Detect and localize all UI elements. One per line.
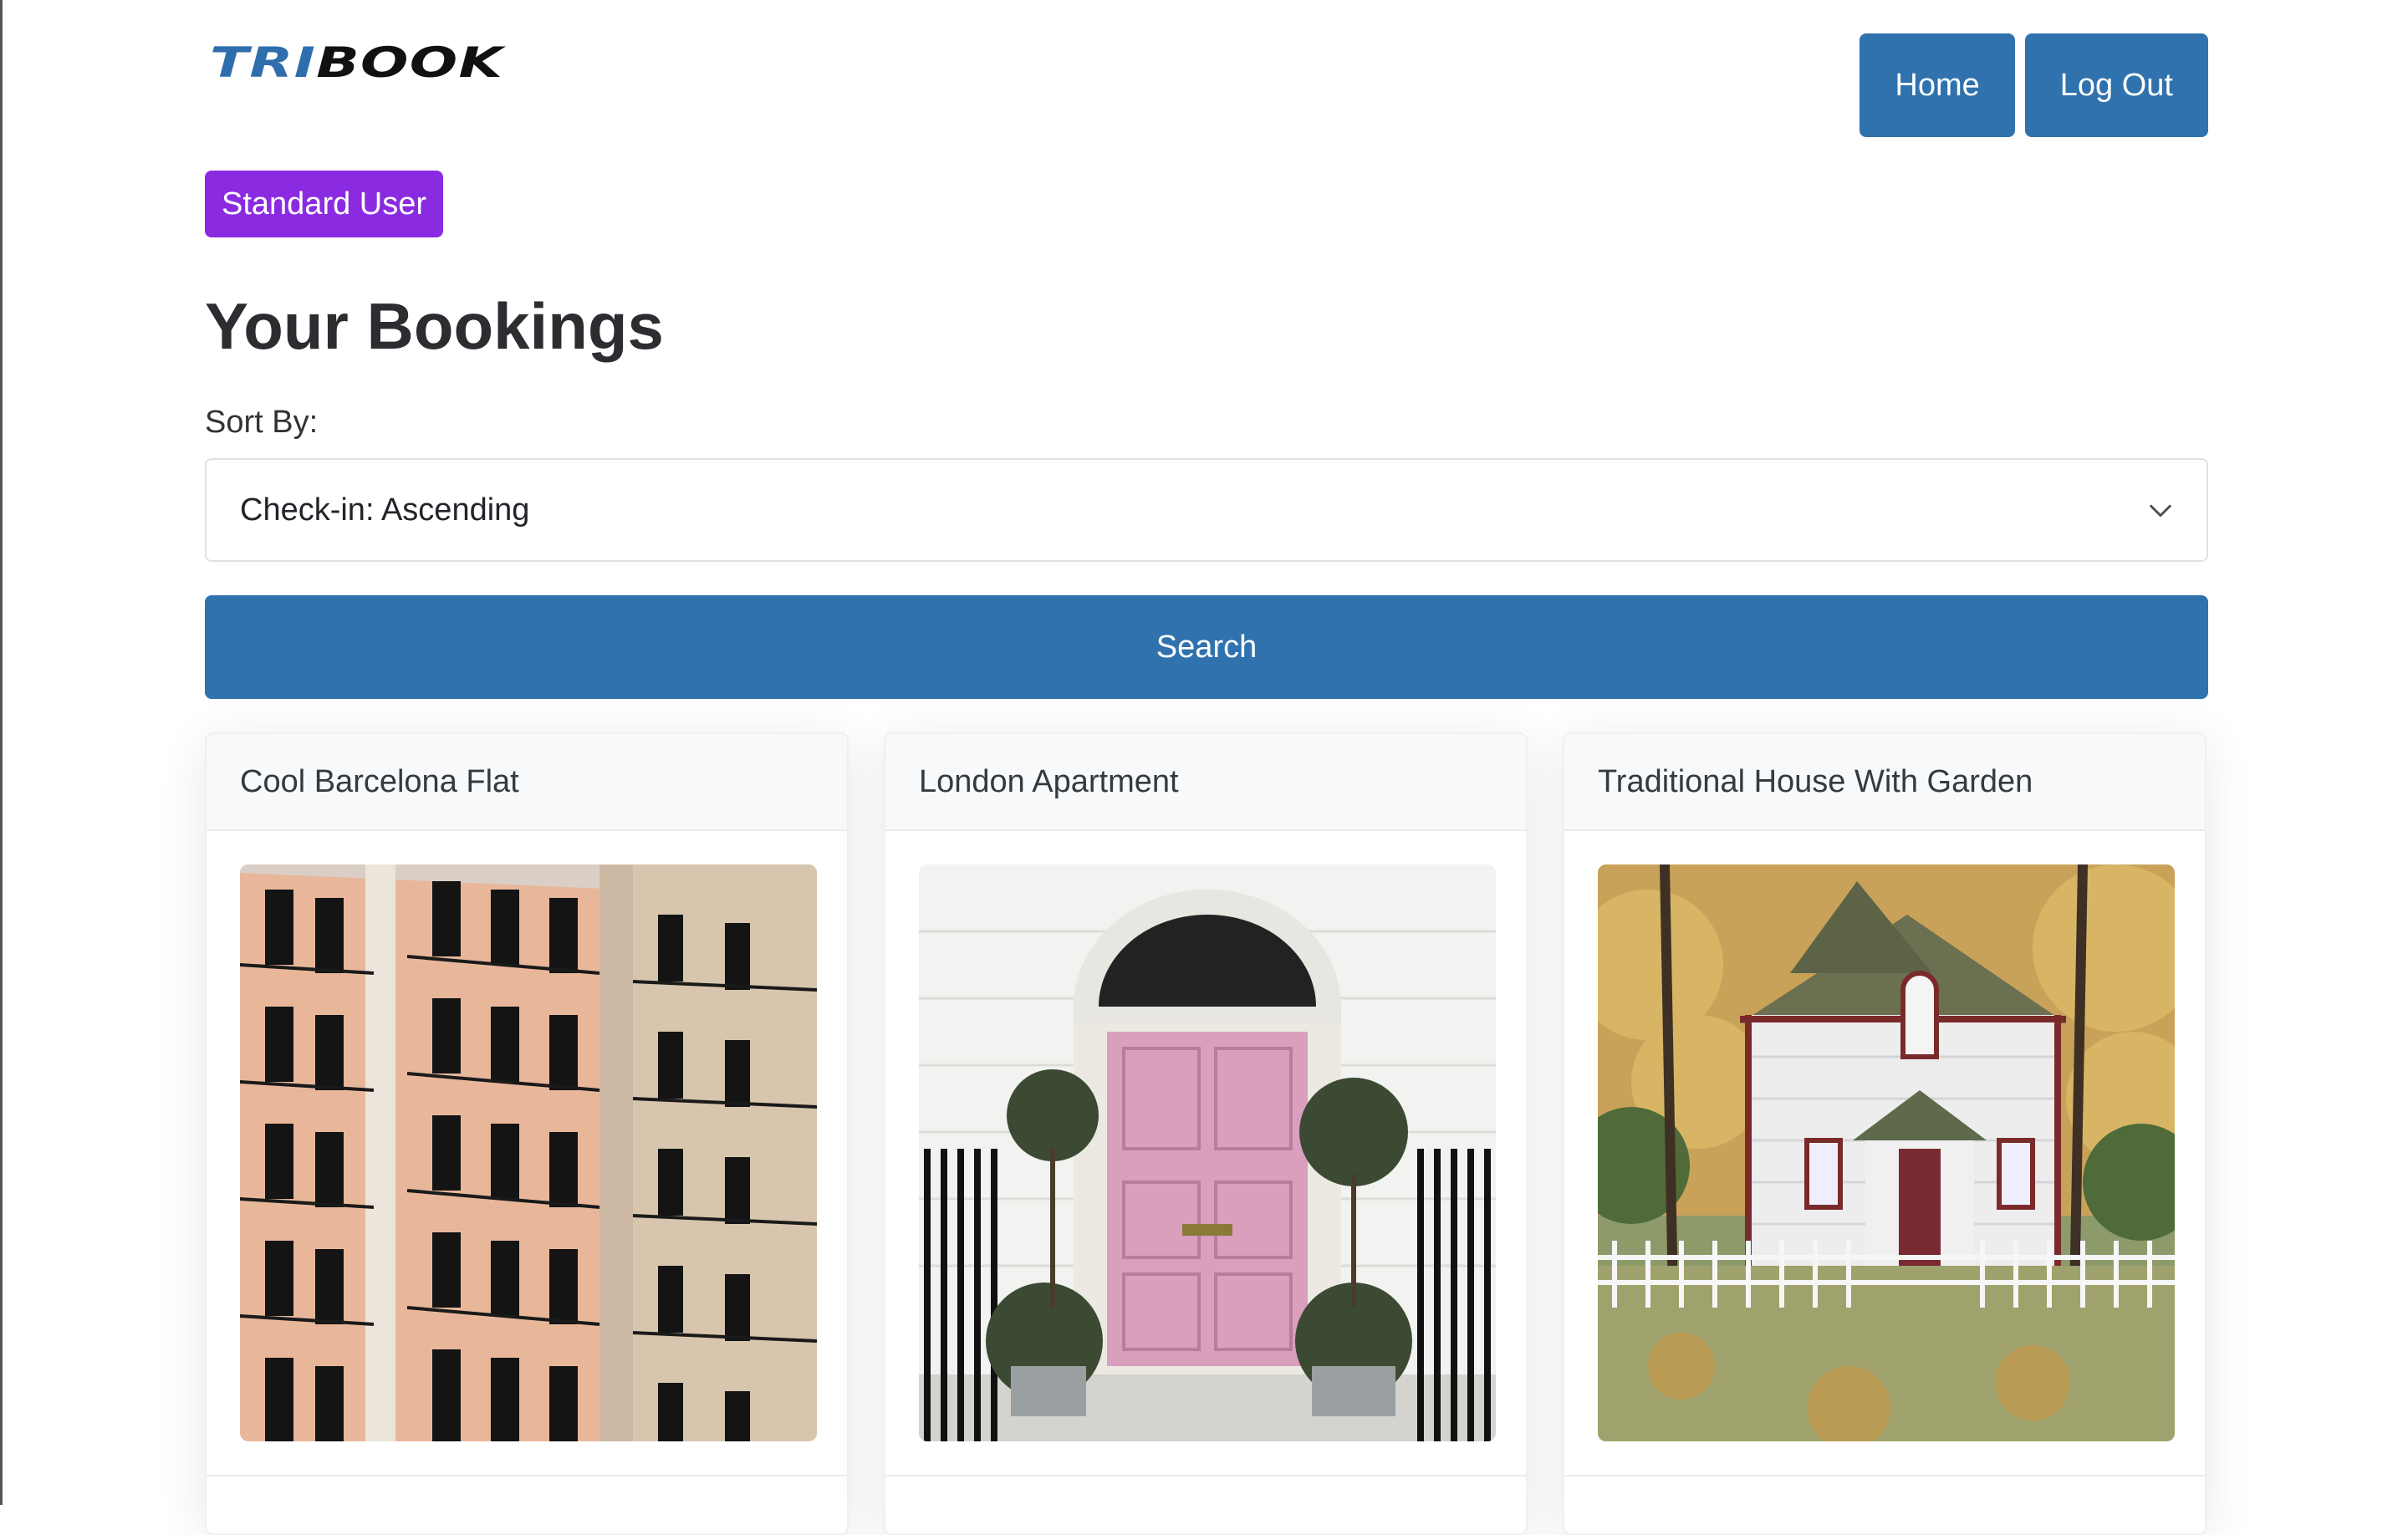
chevron-down-icon: [2150, 504, 2171, 518]
booking-card[interactable]: Traditional House With Garden: [1563, 732, 2206, 1535]
tribook-logo[interactable]: TRIBOOK: [210, 40, 503, 85]
booking-card[interactable]: Cool Barcelona Flat: [205, 732, 849, 1535]
user-role-badge: Standard User: [205, 171, 444, 237]
page-title: Your Bookings: [205, 289, 664, 363]
sort-select[interactable]: Check-in: Ascending: [205, 458, 2208, 562]
barcelona-building-image[interactable]: [240, 864, 817, 1441]
booking-title: Cool Barcelona Flat: [240, 763, 519, 799]
top-nav: Home Log Out: [1860, 33, 2208, 137]
booking-title: London Apartment: [919, 763, 1179, 799]
pink-door-image[interactable]: [919, 864, 1496, 1441]
white-house-image[interactable]: [1598, 864, 2175, 1441]
search-button[interactable]: Search: [205, 595, 2208, 699]
logout-button[interactable]: Log Out: [2024, 33, 2208, 137]
sort-selected-value: Check-in: Ascending: [240, 492, 530, 528]
card-divider: [1564, 1475, 2205, 1476]
card-header: Traditional House With Garden: [1564, 734, 2205, 831]
card-divider: [207, 1475, 847, 1476]
logo-text-book: BOOK: [316, 38, 504, 87]
main-container: TRIBOOK Home Log Out Standard User Your …: [205, 0, 2208, 1535]
sort-label: Sort By:: [205, 405, 319, 440]
card-header: Cool Barcelona Flat: [207, 734, 847, 831]
bookings-list: Cool Barcelona Flat London Apartment Tra…: [205, 732, 2208, 1535]
booking-title: Traditional House With Garden: [1598, 763, 2033, 799]
booking-card[interactable]: London Apartment: [884, 732, 1528, 1535]
logo-text-tri: TRI: [210, 38, 317, 87]
home-button[interactable]: Home: [1860, 33, 2015, 137]
app-window: TRIBOOK Home Log Out Standard User Your …: [0, 0, 2408, 1535]
card-divider: [885, 1475, 1526, 1476]
card-header: London Apartment: [885, 734, 1526, 831]
